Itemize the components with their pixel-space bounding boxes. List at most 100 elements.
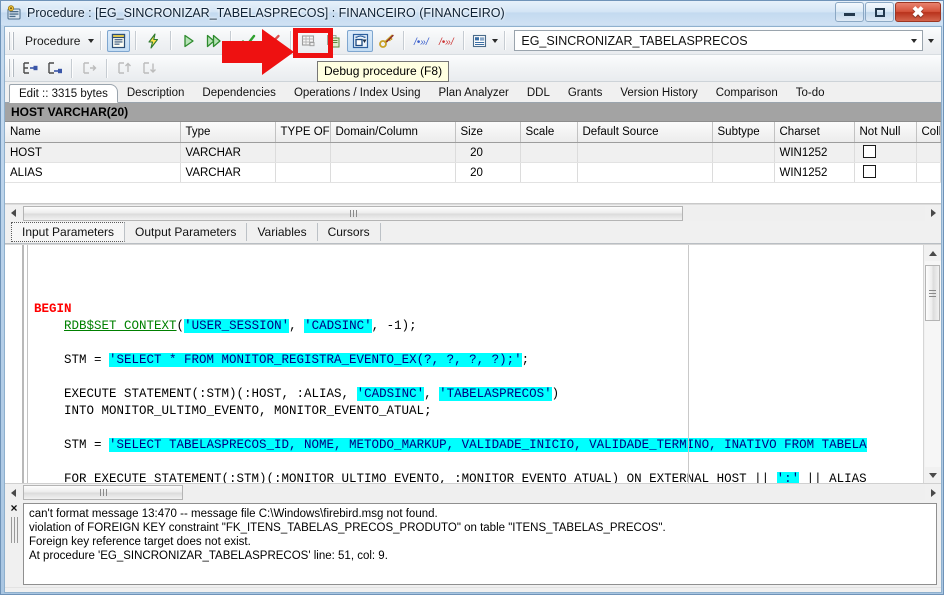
cell-not-null[interactable] — [854, 162, 917, 183]
procedure-dropdown-button[interactable]: Procedure — [18, 30, 95, 52]
tab-comparison[interactable]: Comparison — [707, 83, 787, 102]
editor-scroll-track[interactable] — [924, 261, 941, 467]
message-text-box[interactable]: can't format message 13:470 -- message f… — [23, 503, 937, 585]
toolbar-separator — [504, 31, 507, 50]
tab-operations-index-using[interactable]: Operations / Index Using — [285, 83, 430, 102]
cell-name[interactable]: ALIAS — [5, 162, 181, 183]
tab-version-history[interactable]: Version History — [611, 83, 706, 102]
editor-scroll-thumb[interactable] — [23, 485, 183, 500]
object-name-value[interactable]: EG_SINCRONIZAR_TABELASPRECOS — [515, 34, 906, 48]
cell-charset[interactable]: WIN1252 — [774, 142, 855, 163]
editor-scroll-track[interactable] — [21, 485, 925, 500]
cell-type-of[interactable] — [275, 142, 331, 163]
tab-todo[interactable]: To-do — [787, 83, 834, 102]
scroll-right-button[interactable] — [925, 485, 941, 500]
tab-cursors[interactable]: Cursors — [318, 223, 381, 241]
table-row[interactable]: HOST VARCHAR 20 WIN1252 — [5, 142, 941, 163]
toolbar-grip[interactable] — [8, 59, 14, 77]
tab-edit[interactable]: Edit :: 3315 bytes — [9, 84, 118, 103]
editor-vertical-scrollbar[interactable] — [923, 245, 941, 483]
grid-scroll-track[interactable] — [21, 205, 925, 221]
grid-view-button[interactable] — [297, 30, 320, 52]
toolbar-grip[interactable] — [8, 31, 14, 50]
cell-type[interactable]: VARCHAR — [180, 142, 276, 163]
column-header-scale[interactable]: Scale — [520, 122, 578, 143]
combo-dropdown-button[interactable] — [906, 31, 922, 50]
table-row[interactable]: ALIAS VARCHAR 20 WIN1252 — [5, 162, 941, 183]
scroll-right-button[interactable] — [925, 206, 941, 221]
editor-horizontal-scrollbar[interactable] — [5, 483, 941, 501]
column-header-domain-column[interactable]: Domain/Column — [330, 122, 456, 143]
message-panel-grip[interactable] — [10, 517, 18, 543]
column-header-name[interactable]: Name — [5, 122, 181, 143]
column-header-type-of[interactable]: TYPE OF — [275, 122, 331, 143]
tab-plan-analyzer[interactable]: Plan Analyzer — [430, 83, 518, 102]
column-header-default-source[interactable]: Default Source — [577, 122, 713, 143]
copy-object-button[interactable] — [322, 30, 345, 52]
column-header-subtype[interactable]: Subtype — [712, 122, 775, 143]
column-header-size[interactable]: Size — [455, 122, 521, 143]
cell-subtype[interactable] — [712, 162, 775, 183]
column-header-charset[interactable]: Charset — [774, 122, 855, 143]
tab-dependencies[interactable]: Dependencies — [193, 83, 285, 102]
description-button[interactable] — [470, 30, 499, 52]
run-step-button[interactable] — [202, 30, 225, 52]
close-message-panel-button[interactable]: × — [10, 502, 17, 514]
column-header-collate[interactable]: Collate — [916, 122, 941, 143]
commit-button[interactable] — [237, 30, 260, 52]
next-error-button[interactable]: /•»/ — [435, 30, 458, 52]
cell-domain-column[interactable] — [330, 162, 456, 183]
cell-type[interactable]: VARCHAR — [180, 162, 276, 183]
editor-code-area[interactable]: BEGIN RDB$SET_CONTEXT('USER_SESSION', 'C… — [28, 245, 923, 483]
not-null-checkbox[interactable] — [862, 165, 876, 178]
cell-default-source[interactable] — [577, 142, 713, 163]
prev-error-button[interactable]: /•»/ — [410, 30, 433, 52]
column-header-not-null[interactable]: Not Null — [854, 122, 917, 143]
insert-param-button[interactable] — [18, 57, 41, 79]
tab-output-parameters[interactable]: Output Parameters — [125, 223, 248, 241]
sql-code-editor[interactable]: BEGIN RDB$SET_CONTEXT('USER_SESSION', 'C… — [5, 244, 941, 483]
rollback-button[interactable] — [262, 30, 285, 52]
editor-scroll-thumb[interactable] — [924, 265, 940, 321]
cell-size[interactable]: 20 — [455, 142, 521, 163]
cell-name[interactable]: HOST — [5, 142, 181, 163]
scroll-down-button[interactable] — [925, 467, 941, 483]
cell-scale[interactable] — [520, 142, 578, 163]
tab-ddl[interactable]: DDL — [518, 83, 559, 102]
nav-blue-icon: /•»/ — [413, 33, 430, 49]
close-button[interactable]: ✖ — [895, 2, 941, 22]
cell-type-of[interactable] — [275, 162, 331, 183]
toolbar-separator — [106, 58, 108, 78]
scroll-up-button[interactable] — [925, 245, 941, 261]
cell-size[interactable]: 20 — [455, 162, 521, 183]
scroll-left-button[interactable] — [5, 485, 21, 500]
tab-input-parameters[interactable]: Input Parameters — [11, 222, 126, 242]
cell-collate[interactable] — [916, 142, 941, 163]
cell-charset[interactable]: WIN1252 — [774, 162, 855, 183]
tab-grants[interactable]: Grants — [559, 83, 612, 102]
tab-variables[interactable]: Variables — [247, 223, 318, 241]
not-null-checkbox[interactable] — [862, 145, 876, 158]
compile-button[interactable] — [142, 30, 165, 52]
object-name-combo[interactable]: EG_SINCRONIZAR_TABELASPRECOS — [514, 30, 923, 51]
cell-scale[interactable] — [520, 162, 578, 183]
show-editor-button[interactable] — [107, 29, 131, 52]
run-button[interactable] — [177, 30, 200, 52]
minimize-button[interactable] — [835, 2, 864, 22]
grant-manager-button[interactable] — [375, 30, 398, 52]
debug-procedure-button[interactable] — [347, 29, 374, 52]
append-param-button[interactable] — [43, 57, 66, 79]
append-row-icon — [46, 60, 63, 76]
column-header-type[interactable]: Type — [180, 122, 276, 143]
cell-domain-column[interactable] — [330, 142, 456, 163]
cell-not-null[interactable] — [854, 142, 917, 163]
cell-subtype[interactable] — [712, 142, 775, 163]
grid-scroll-thumb[interactable] — [23, 205, 683, 221]
tab-description[interactable]: Description — [118, 83, 194, 102]
grid-horizontal-scrollbar[interactable] — [5, 204, 941, 221]
maximize-button[interactable] — [865, 2, 894, 22]
object-nav-spinner[interactable] — [925, 30, 938, 51]
cell-collate[interactable] — [916, 162, 941, 183]
scroll-left-button[interactable] — [5, 206, 21, 221]
cell-default-source[interactable] — [577, 162, 713, 183]
